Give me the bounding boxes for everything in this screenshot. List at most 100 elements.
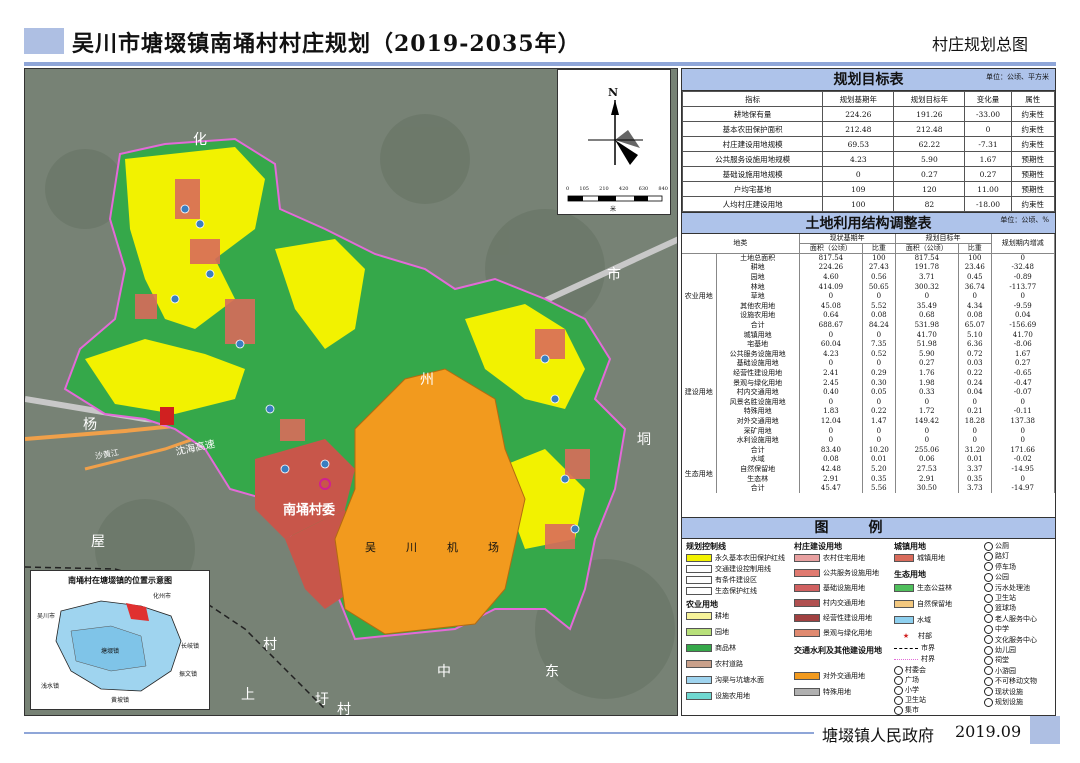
th-ratio-a: 比重 [862, 243, 896, 255]
land-table-cell: 51.98 [895, 339, 960, 350]
header-rule [24, 62, 1056, 66]
land-table-cell: 0 [958, 426, 992, 436]
footer-accent-block [1030, 716, 1060, 744]
land-table-cell: 0.64 [799, 311, 864, 321]
land-table-cell: 0.04 [991, 311, 1056, 321]
land-table-cell: 0.52 [862, 349, 896, 360]
target-table-cell: 预期性 [1010, 181, 1056, 197]
land-table-row: 农业用地 耕地 224.26 27.43 191.78 23.46 -32.48 [682, 263, 1056, 331]
land-group-label: 生态用地 [682, 455, 717, 494]
inset-label-huazhou: 化州市 [153, 593, 172, 600]
target-table-row: 基础设施用地规模 0 0.27 0.27 预期性 [681, 166, 1056, 182]
land-table-cell: 36.74 [958, 282, 992, 292]
land-table-cell: 对外交通用地 [716, 416, 800, 427]
land-table-cell: 0 [799, 359, 864, 369]
land-table-cell: 0 [991, 426, 1056, 436]
label-shi: 市 [607, 267, 621, 283]
target-table-cell: 191.26 [893, 106, 966, 122]
land-table-cell: 18.28 [958, 416, 992, 427]
land-table-cell: 0 [799, 435, 864, 446]
inset-label-changqi: 长岐镇 [181, 643, 200, 650]
land-table-cell: 0.03 [958, 359, 992, 369]
legend-item-agri: 沟渠与坑塘水面 [686, 675, 764, 685]
land-table-cell: -0.07 [991, 387, 1056, 398]
legend-item-agri: 设施农用地 [686, 691, 750, 701]
land-table-cell: 0.01 [958, 455, 992, 465]
land-table-cell: 风景名胜设施用地 [716, 397, 800, 408]
land-table-row: 自然保留地 42.48 5.20 27.53 3.37 -14.95 [682, 464, 1056, 475]
label-xu: 圩 [315, 692, 329, 708]
legend-facility-symbol: 不可移动文物 [984, 676, 1037, 686]
land-table-cell: 0 [991, 397, 1056, 408]
land-table-cell: -0.47 [991, 378, 1056, 388]
land-table-cell: 23.46 [958, 263, 992, 273]
target-table-cell: 预期性 [1010, 166, 1056, 182]
land-table-cell: 5.90 [895, 349, 960, 360]
land-table-cell: 12.04 [799, 416, 864, 427]
land-table-cell: 137.38 [991, 416, 1056, 427]
legend-item-city-boundary: 市界 [894, 643, 935, 653]
land-table-cell: 5.20 [862, 464, 896, 475]
legend-facility-symbol: 停车场 [984, 562, 1016, 572]
page-title: 吴川市塘㙍镇南埇村村庄规划（2019-2035年） [72, 31, 581, 57]
land-table-cell: 0 [958, 291, 992, 302]
inset-label-wuchuan: 吴川市 [37, 613, 56, 620]
village-committee-label: 南埇村委 [283, 503, 336, 518]
land-table-cell: 0 [895, 426, 960, 436]
target-table-cell: 基础设施用地规模 [681, 166, 824, 182]
legend-item-eco: 水域 [894, 615, 931, 625]
land-table-cell: -32.48 [991, 263, 1056, 273]
land-table-cell: -9.59 [991, 301, 1056, 312]
land-table-cell: 3.71 [895, 272, 960, 283]
land-table-cell: 公共服务设施用地 [716, 349, 800, 360]
target-table-cell: 69.53 [822, 136, 895, 152]
th-area-a: 面积（公顷） [799, 243, 864, 255]
land-table-cell: 4.60 [799, 272, 864, 283]
land-table-cell: 531.98 [895, 320, 960, 331]
scale-ticks: 0 105 210 420 630 840 [566, 186, 668, 192]
land-table-cell: 0 [862, 291, 896, 302]
inset-label-tangzhui: 塘㙍镇 [101, 648, 120, 655]
land-table-unit: 单位：公顷、% [1000, 216, 1049, 224]
land-table-cell: 3.73 [958, 483, 992, 494]
land-table-cell: 5.56 [862, 483, 896, 494]
target-table-cell: 约束性 [1010, 121, 1056, 137]
th-current: 现状基期年 [799, 234, 896, 245]
legend-facility-symbol: 老人服务中心 [984, 614, 1037, 624]
th-planned: 规划目标年 [895, 234, 992, 245]
target-table-cell: 120 [893, 181, 966, 197]
land-table-cell: 0.56 [862, 272, 896, 283]
label-shang: 上 [241, 687, 255, 703]
land-table-cell: 0.01 [862, 455, 896, 465]
target-table-cell: 约束性 [1010, 136, 1056, 152]
target-table-cell: 0 [822, 166, 895, 182]
target-table-title: 规划目标表 [833, 72, 904, 88]
land-table-cell: 草地 [716, 291, 800, 302]
land-table-row: 水利设施用地 0 0 0 0 0 [682, 435, 1056, 446]
land-table-cell: 688.67 [799, 320, 864, 331]
land-group-label: 建设用地 [682, 330, 717, 456]
land-table-cell: 0 [895, 397, 960, 408]
target-table-cell: 公共服务设施用地规模 [681, 151, 824, 167]
land-table-cell: 土地总面积 [716, 253, 800, 264]
land-table-cell: 6.36 [958, 339, 992, 350]
land-table-cell: 45.47 [799, 483, 864, 494]
target-table-cell: 约束性 [1010, 106, 1056, 122]
label-cun: 村 [263, 637, 277, 653]
land-table-cell: 基础设施用地 [716, 359, 800, 369]
footer-rule [24, 732, 814, 734]
land-table-cell: 0 [799, 426, 864, 436]
target-table-cell: 耕地保有量 [681, 106, 824, 122]
land-table-cell: 0.24 [958, 378, 992, 388]
land-table-cell: 2.91 [799, 474, 864, 484]
target-table-row: 人均村庄建设用地 100 82 -18.00 约束性 [681, 196, 1056, 212]
legend-title: 图例 [682, 517, 1055, 539]
land-table-row: 其他农用地 45.08 5.52 35.49 4.34 -9.59 [682, 301, 1056, 312]
land-table-cell: -156.69 [991, 320, 1056, 331]
target-table-cell: 5.90 [893, 151, 966, 167]
land-table-cell: 0.72 [958, 349, 992, 360]
land-table-cell: 0.40 [799, 387, 864, 398]
legend-symbol: 卫生站 [894, 695, 926, 705]
inset-label-zhenwen: 振文镇 [179, 671, 198, 678]
land-table-cell: 3.37 [958, 464, 992, 475]
